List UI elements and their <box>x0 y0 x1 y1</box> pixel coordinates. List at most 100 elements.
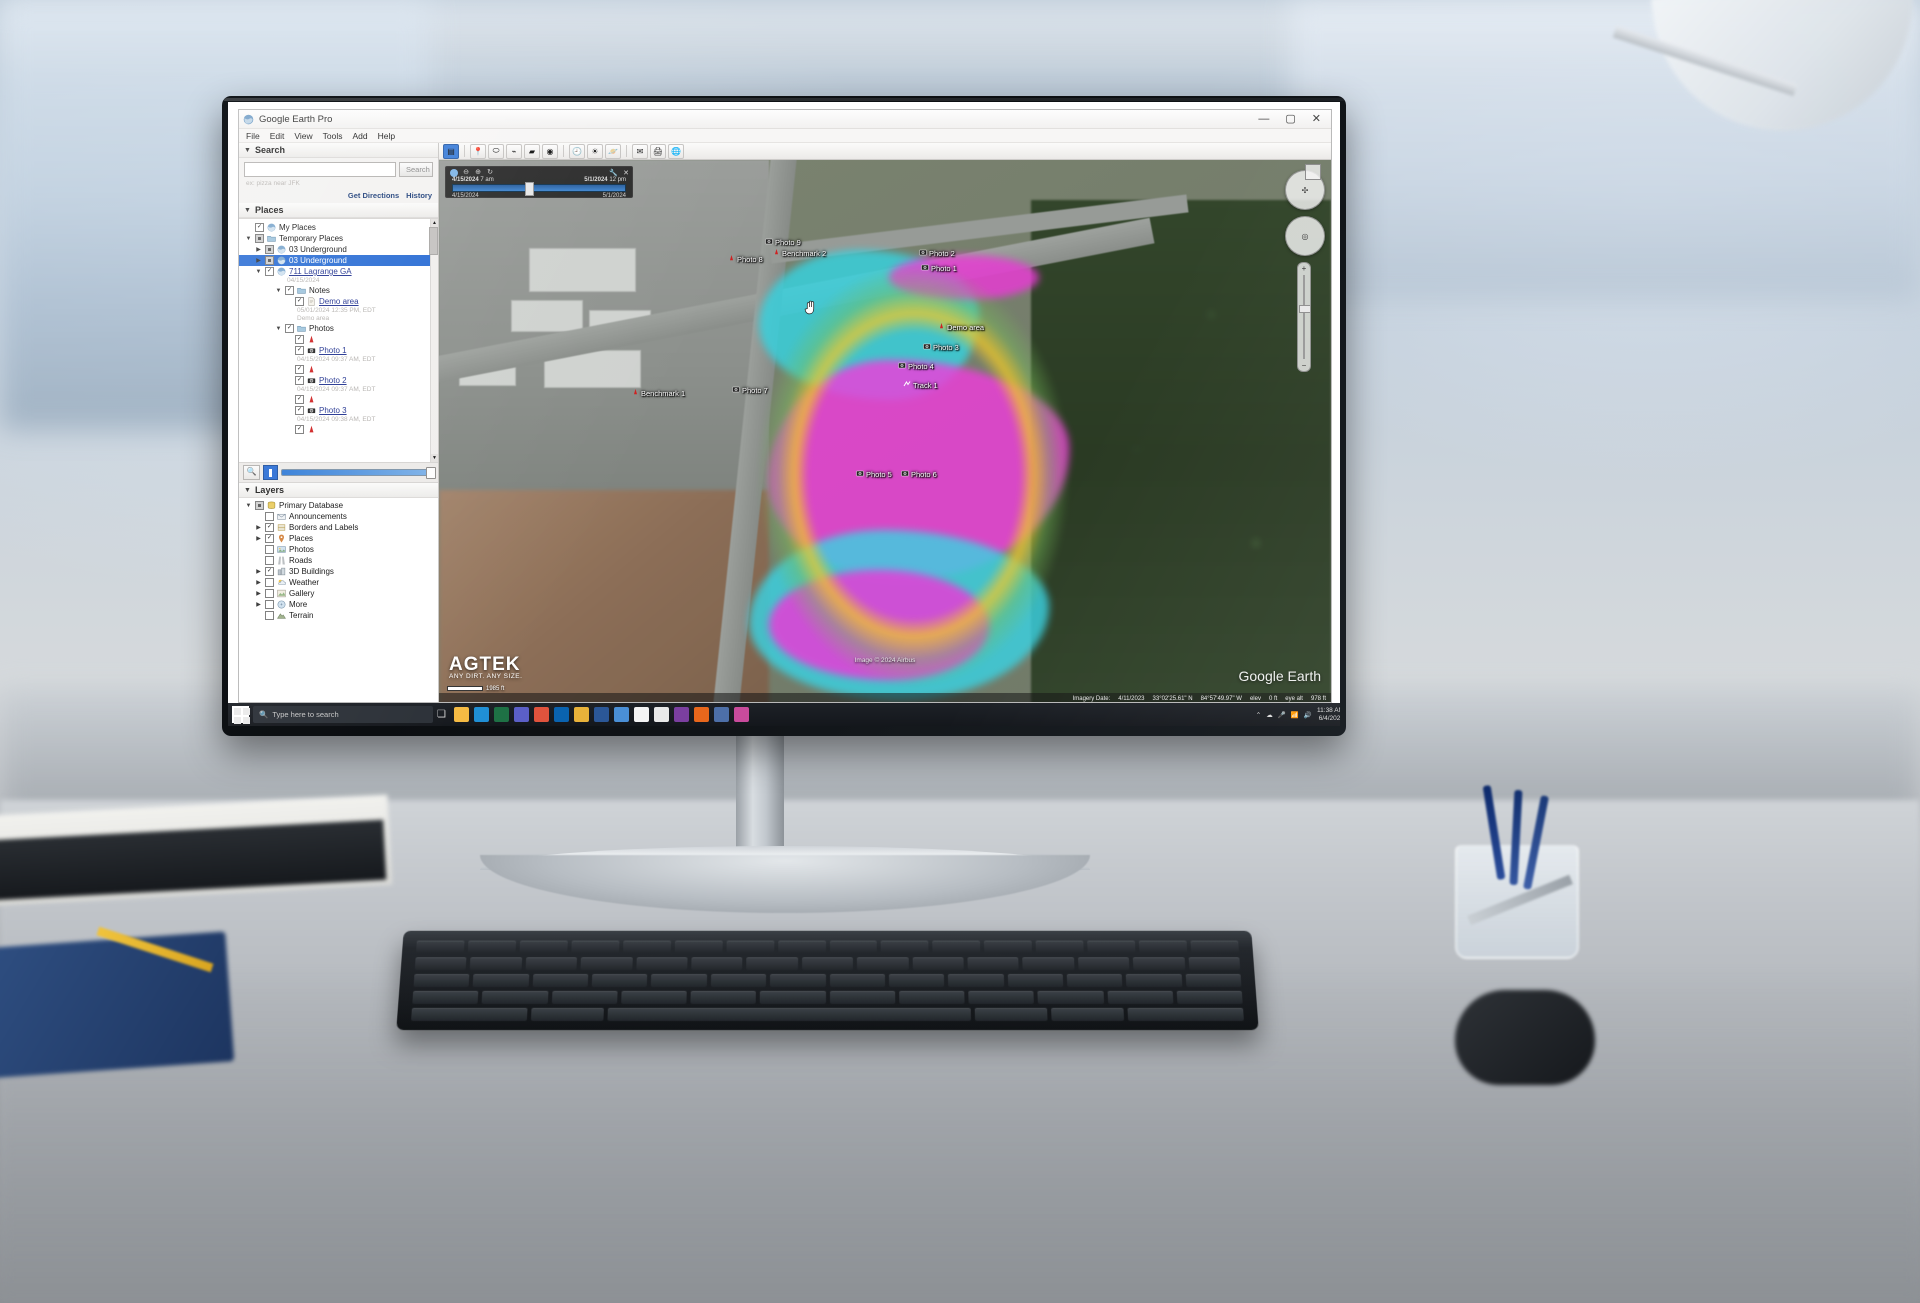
checkbox[interactable] <box>265 556 274 565</box>
checkbox[interactable]: ✓ <box>265 567 274 576</box>
triangle-right-icon[interactable]: ▶ <box>255 524 262 531</box>
time-slider-knob[interactable] <box>525 182 534 196</box>
taskbar-firefox-icon[interactable] <box>693 707 709 722</box>
mic-icon[interactable]: 🎤 <box>1278 711 1286 719</box>
triangle-right-icon[interactable]: ▶ <box>255 535 262 542</box>
map-placemark[interactable]: Photo 1 <box>921 263 957 273</box>
scroll-down-icon[interactable]: ▼ <box>431 454 438 462</box>
layers-tree-item[interactable]: Photos <box>239 544 438 555</box>
triangle-right-icon[interactable]: ▶ <box>255 579 262 586</box>
checkbox[interactable] <box>265 256 274 265</box>
history-link[interactable]: History <box>406 191 432 200</box>
map-placemark[interactable]: Track 1 <box>903 380 938 390</box>
map-placemark[interactable]: Photo 5 <box>856 469 892 479</box>
taskbar-file-explorer-icon[interactable] <box>453 707 469 722</box>
layers-tree[interactable]: ▼ Primary Database Announcements ▶ ✓ Borders … <box>239 498 438 702</box>
scrollbar-thumb[interactable] <box>429 227 438 255</box>
zoom-slider-knob[interactable] <box>1299 305 1311 313</box>
layers-tree-item[interactable]: ▶ ✓ 3D Buildings <box>239 566 438 577</box>
scroll-up-icon[interactable]: ▲ <box>431 219 438 227</box>
menu-tools[interactable]: Tools <box>323 131 343 141</box>
toolbar-email-button[interactable]: ✉ <box>632 143 648 159</box>
layers-tree-item[interactable]: ▼ Primary Database <box>239 500 438 511</box>
menu-help[interactable]: Help <box>378 131 395 141</box>
toolbar-add-image-overlay-button[interactable]: ▰ <box>524 143 540 159</box>
taskbar-excel-icon[interactable] <box>493 707 509 722</box>
checkbox[interactable]: ✓ <box>295 425 304 434</box>
toolbar-print-button[interactable]: 🖨 <box>650 143 666 159</box>
checkbox[interactable]: ✓ <box>295 395 304 404</box>
triangle-down-icon[interactable]: ▼ <box>245 503 252 509</box>
zoom-in-icon[interactable]: ⊕ <box>474 169 482 177</box>
checkbox[interactable]: ✓ <box>295 346 304 355</box>
triangle-down-icon[interactable]: ▼ <box>245 236 252 242</box>
places-scrollbar[interactable]: ▲ ▼ <box>429 219 438 462</box>
maximize-button[interactable]: ▢ <box>1285 113 1295 125</box>
menu-add[interactable]: Add <box>352 131 367 141</box>
toolbar-sunlight-button[interactable]: ☀ <box>587 143 603 159</box>
zoom-out-icon[interactable]: ⊖ <box>462 169 470 177</box>
checkbox[interactable]: ✓ <box>295 297 304 306</box>
toolbar-planets-button[interactable]: 🪐 <box>605 143 621 159</box>
places-tree-item[interactable]: ▼ Temporary Places <box>239 233 438 244</box>
checkbox[interactable] <box>265 589 274 598</box>
checkbox[interactable]: ✓ <box>265 267 274 276</box>
map-placemark[interactable]: Photo 8 <box>728 254 763 264</box>
checkbox[interactable]: ✓ <box>265 523 274 532</box>
task-view-icon[interactable]: ❏ <box>437 709 446 720</box>
reset-icon[interactable]: ↻ <box>486 169 494 177</box>
toolbar-historical-imagery-button[interactable]: 🕘 <box>569 143 585 159</box>
checkbox[interactable] <box>265 611 274 620</box>
places-tree-item[interactable]: ▶ 03 Underground <box>239 255 438 266</box>
triangle-right-icon[interactable]: ▶ <box>255 257 262 264</box>
time-slider-track[interactable] <box>452 182 626 196</box>
note-item[interactable]: ✓ Demo area <box>239 296 438 307</box>
photo-item[interactable]: ✓ Photo 3 <box>239 405 438 416</box>
play-icon[interactable] <box>263 465 278 480</box>
toolbar-show-sidebar-button[interactable]: ▤ <box>443 143 459 159</box>
checkbox[interactable]: ✓ <box>295 365 304 374</box>
places-tree[interactable]: ✓ My Places ▼ Temporary Places ▶ 03 Undergrou… <box>239 218 438 463</box>
look-joystick-control[interactable]: ◎ <box>1285 216 1325 256</box>
toolbar-add-placemark-button[interactable]: 📍 <box>470 143 486 159</box>
photo-pin-item[interactable]: ✓ <box>239 424 438 435</box>
photo-item[interactable]: ✓ Photo 2 <box>239 375 438 386</box>
map-placemark[interactable]: Benchmark 2 <box>773 248 826 258</box>
zoom-out-icon[interactable]: − <box>1298 361 1310 370</box>
checkbox[interactable]: ✓ <box>295 406 304 415</box>
taskbar-clock[interactable]: 11:38 AM 6/4/2024 <box>1317 707 1340 723</box>
zoom-slider[interactable]: + − <box>1297 262 1311 372</box>
menu-view[interactable]: View <box>294 131 312 141</box>
photo-pin-item[interactable]: ✓ <box>239 334 438 345</box>
taskbar-chrome-icon[interactable] <box>633 707 649 722</box>
volume-icon[interactable]: 🔊 <box>1304 711 1312 719</box>
layers-tree-item[interactable]: ▶ + More <box>239 599 438 610</box>
photo-pin-item[interactable]: ✓ <box>239 364 438 375</box>
checkbox[interactable]: ✓ <box>285 324 294 333</box>
navigation-controls[interactable]: ✣ ◎ + − <box>1285 170 1325 372</box>
search-panel-header[interactable]: ▼ Search <box>239 143 438 158</box>
overview-map-toggle[interactable] <box>1305 164 1321 180</box>
layers-tree-item[interactable]: ▶ ✓ Places <box>239 533 438 544</box>
layers-tree-item[interactable]: ▶ Gallery <box>239 588 438 599</box>
toolbar-add-path-button[interactable]: ⌁ <box>506 143 522 159</box>
map-placemark[interactable]: Demo area <box>938 322 984 332</box>
layers-tree-item[interactable]: Terrain <box>239 610 438 621</box>
taskbar-edge-browser-icon[interactable] <box>473 707 489 722</box>
places-tree-item[interactable]: ▶ 03 Underground <box>239 244 438 255</box>
network-icon[interactable]: 📶 <box>1291 711 1299 719</box>
checkbox[interactable] <box>265 545 274 554</box>
windows-icon[interactable] <box>232 706 250 724</box>
close-button[interactable]: ✕ <box>1312 113 1321 125</box>
checkbox[interactable] <box>255 501 264 510</box>
map-placemark[interactable]: Photo 6 <box>901 469 937 479</box>
photo-pin-item[interactable]: ✓ <box>239 394 438 405</box>
map-placemark[interactable]: Photo 2 <box>919 248 955 258</box>
layers-tree-item[interactable]: Roads <box>239 555 438 566</box>
triangle-right-icon[interactable]: ▶ <box>255 601 262 608</box>
toolbar-record-tour-button[interactable]: ◉ <box>542 143 558 159</box>
notes-group[interactable]: ▼ ✓ Notes <box>239 285 438 296</box>
toolbar-add-polygon-button[interactable]: ⬭ <box>488 143 504 159</box>
taskbar-outlook-icon[interactable] <box>553 707 569 722</box>
opacity-slider[interactable] <box>281 467 436 479</box>
